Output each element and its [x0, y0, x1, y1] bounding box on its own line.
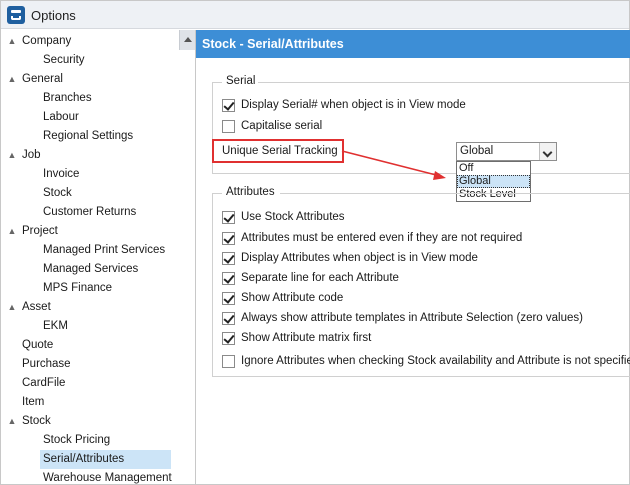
display-serial-label: Display Serial# when object is in View m… — [241, 99, 466, 111]
checkbox[interactable] — [222, 292, 235, 305]
sidebar-item-label: Purchase — [22, 358, 71, 370]
expander-icon[interactable]: ▲ — [6, 32, 18, 51]
collapse-panel-button[interactable] — [179, 30, 195, 50]
sidebar-item-label: Regional Settings — [43, 130, 134, 142]
expander-icon[interactable]: ▲ — [6, 298, 18, 317]
checkbox[interactable] — [222, 211, 235, 224]
sidebar-item-label: Stock Pricing — [43, 434, 111, 446]
sidebar-item-label: Customer Returns — [43, 206, 137, 218]
option-label: Show Attribute matrix first — [241, 332, 372, 344]
sidebar-item-label: Job — [22, 149, 41, 161]
select-value: Global — [460, 145, 494, 157]
sidebar-item-label: Managed Services — [43, 263, 139, 275]
expander-icon[interactable]: ▲ — [6, 146, 18, 165]
callout-arrow-line — [341, 150, 441, 177]
unique-serial-tracking-label: Unique Serial Tracking — [212, 139, 344, 163]
checkbox[interactable] — [222, 232, 235, 245]
expander-icon[interactable]: ▲ — [6, 70, 18, 89]
sidebar-item-label: Branches — [43, 92, 92, 104]
sidebar-item-label: Warehouse Management — [43, 472, 172, 484]
callout-arrow — [341, 150, 446, 180]
sidebar-item-label: Project — [22, 225, 58, 237]
sidebar-item-label: Managed Print Services — [43, 244, 166, 256]
unique-serial-tracking-select[interactable]: Global — [456, 142, 557, 161]
sidebar-item-label: CardFile — [22, 377, 66, 389]
sidebar-item-label: Security — [43, 54, 85, 66]
option-label: Always show attribute templates in Attri… — [241, 312, 583, 324]
sidebar-item-label: MPS Finance — [43, 282, 113, 294]
sidebar-item-label: Company — [22, 35, 72, 47]
sidebar-item-label: EKM — [43, 320, 68, 332]
checkbox[interactable] — [222, 272, 235, 285]
option-label: Separate line for each Attribute — [241, 272, 399, 284]
option-label: Ignore Attributes when checking Stock av… — [241, 355, 630, 367]
checkbox[interactable] — [222, 332, 235, 345]
sidebar-item-serial-attributes[interactable]: Serial/Attributes — [40, 450, 171, 469]
checkbox[interactable] — [222, 252, 235, 265]
sidebar-item-label: Serial/Attributes — [43, 453, 125, 465]
app-logo-icon — [7, 6, 25, 24]
dropdown-option[interactable]: Off — [457, 162, 530, 175]
option-label: Attributes must be entered even if they … — [241, 232, 523, 244]
expander-icon[interactable]: ▲ — [6, 222, 18, 241]
checkbox[interactable] — [222, 312, 235, 325]
chevron-down-icon[interactable] — [539, 143, 556, 160]
capitalise-serial-checkbox[interactable] — [222, 120, 235, 133]
expander-icon[interactable]: ▲ — [6, 412, 18, 431]
sidebar-item-label: Asset — [22, 301, 51, 313]
sidebar-item-label: Labour — [43, 111, 79, 123]
page-title: Stock - Serial/Attributes — [196, 30, 630, 58]
settings-panel: Stock - Serial/Attributes Serial Display… — [195, 30, 630, 484]
sidebar-item-label: Item — [22, 396, 45, 408]
checkbox[interactable] — [222, 355, 235, 368]
option-label: Use Stock Attributes — [241, 211, 345, 223]
title-bar: Options — [1, 1, 629, 29]
dropdown-option-selected[interactable]: Global — [457, 175, 530, 188]
option-label: Display Attributes when object is in Vie… — [241, 252, 478, 264]
sidebar-item-label: Invoice — [43, 168, 80, 180]
sidebar-item-label: Stock — [22, 415, 51, 427]
display-serial-checkbox[interactable] — [222, 99, 235, 112]
sidebar-item-label: Quote — [22, 339, 54, 351]
option-label: Show Attribute code — [241, 292, 344, 304]
sidebar-item-label: Stock — [43, 187, 72, 199]
options-window: Options ▲ Company Security ▲ General Branches… — [0, 0, 630, 485]
sidebar-item-label: General — [22, 73, 63, 85]
window-title: Options — [31, 8, 76, 23]
callout-arrowhead — [433, 171, 446, 180]
options-tree: ▲ Company Security ▲ General Branches Labour Re… — [1, 30, 195, 484]
capitalise-serial-label: Capitalise serial — [241, 120, 323, 132]
